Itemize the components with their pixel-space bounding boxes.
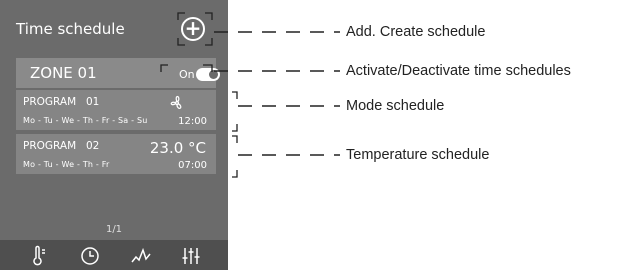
callout-mode: Mode schedule xyxy=(346,98,445,114)
callout-lines xyxy=(160,12,340,178)
callout-add: Add. Create schedule xyxy=(346,24,486,40)
callout-activate: Activate/Deactivate time schedules xyxy=(346,63,571,79)
callout-temperature: Temperature schedule xyxy=(346,147,490,163)
